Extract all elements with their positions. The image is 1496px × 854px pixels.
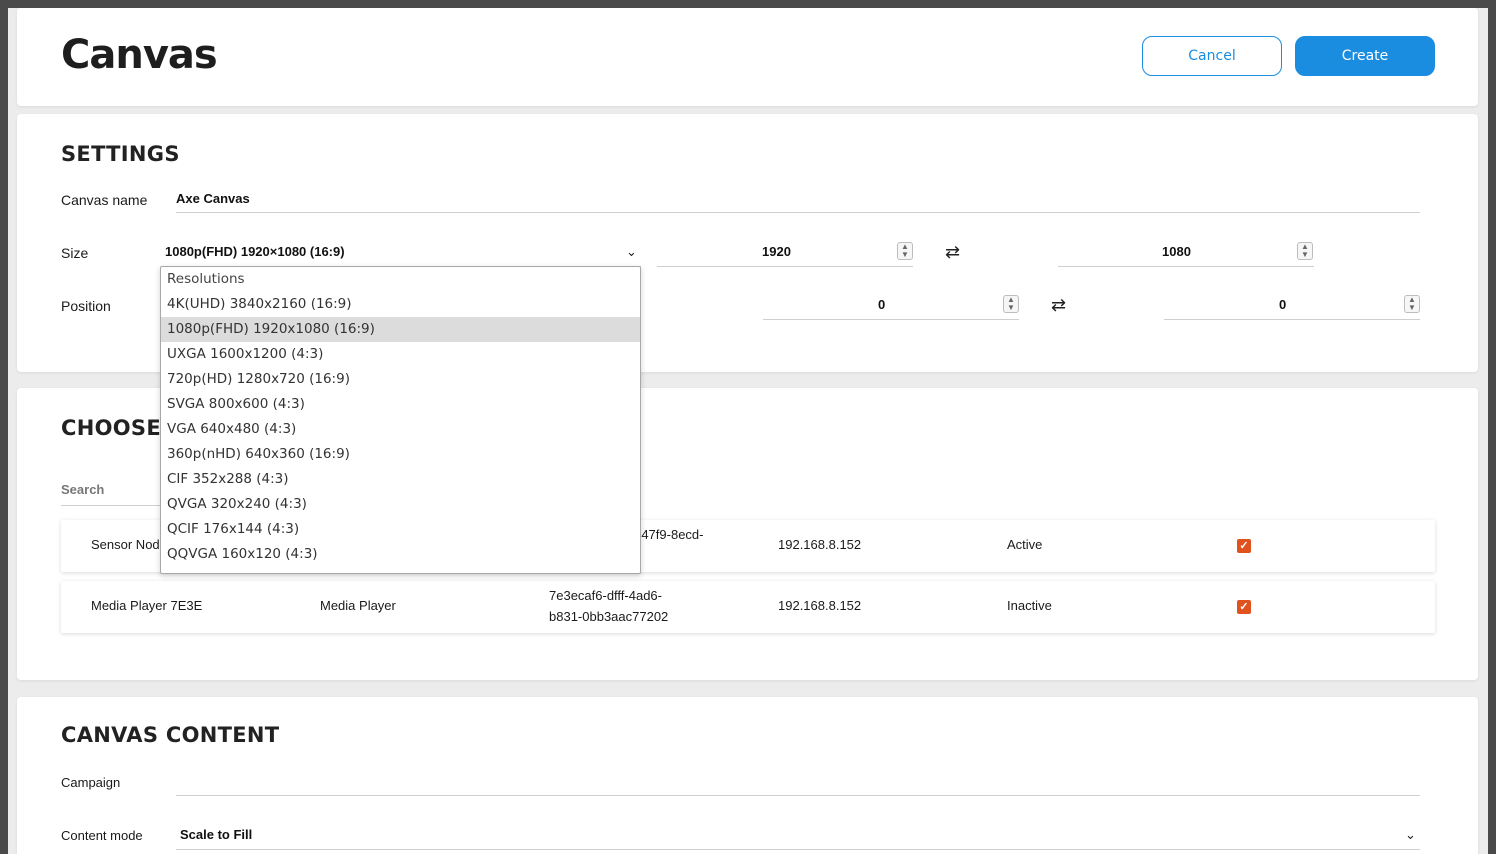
- resolution-dropdown: Resolutions 4K(UHD) 3840x2160 (16:9) 108…: [160, 266, 641, 574]
- campaign-label: Campaign: [61, 775, 121, 790]
- content-mode-select[interactable]: Scale to Fill: [180, 827, 252, 842]
- resolution-option[interactable]: QVGA 320x240 (4:3): [161, 492, 640, 517]
- width-input[interactable]: 1920: [762, 244, 791, 259]
- resolution-option[interactable]: QCIF 176x144 (4:3): [161, 517, 640, 542]
- dropdown-header: Resolutions: [167, 271, 245, 287]
- swap-arrows-icon[interactable]: ⇄: [1051, 295, 1066, 316]
- resolution-option[interactable]: UXGA 1600x1200 (4:3): [161, 342, 640, 367]
- position-y-input[interactable]: 0: [1279, 297, 1286, 312]
- position-y-stepper[interactable]: ▲ ▼: [1404, 295, 1420, 313]
- height-input[interactable]: 1080: [1162, 244, 1191, 259]
- checkmark-icon[interactable]: ✓: [1237, 600, 1251, 614]
- cancel-button[interactable]: Cancel: [1142, 36, 1282, 76]
- content-mode-underline: [176, 849, 1420, 850]
- canvas-name-input[interactable]: Axe Canvas: [176, 191, 250, 206]
- resolution-option[interactable]: SVGA 800x600 (4:3): [161, 392, 640, 417]
- create-button[interactable]: Create: [1295, 36, 1435, 76]
- chevron-down-icon[interactable]: ⌄: [1405, 827, 1416, 843]
- position-x-input[interactable]: 0: [878, 297, 885, 312]
- campaign-underline: [176, 795, 1420, 796]
- content-mode-label: Content mode: [61, 828, 143, 843]
- position-x-underline: [763, 319, 1019, 320]
- row-ip: 192.168.8.152: [778, 598, 862, 613]
- resolution-option[interactable]: 720p(HD) 1280x720 (16:9): [161, 367, 640, 392]
- canvas-editor-window: Canvas Cancel Create SETTINGS Canvas nam…: [8, 8, 1488, 854]
- row-name: Media Player 7E3E: [91, 598, 203, 613]
- canvas-content-title: CANVAS CONTENT: [61, 723, 280, 747]
- row-type: Media Player: [320, 598, 396, 613]
- resolution-option[interactable]: QQVGA 160x120 (4:3): [161, 542, 640, 567]
- resolution-option[interactable]: 360p(nHD) 640x360 (16:9): [161, 442, 640, 467]
- row-id: -47f9-8ecd-: [637, 527, 704, 542]
- position-label: Position: [61, 298, 111, 314]
- position-y-underline: [1164, 319, 1420, 320]
- resolution-option[interactable]: 4K(UHD) 3840x2160 (16:9): [161, 292, 640, 317]
- resolution-option-selected[interactable]: 1080p(FHD) 1920x1080 (16:9): [161, 317, 640, 342]
- settings-title: SETTINGS: [61, 142, 180, 166]
- page-title: Canvas: [61, 32, 218, 78]
- width-stepper[interactable]: ▲ ▼: [897, 242, 913, 260]
- canvas-content-card: CANVAS CONTENT Campaign Content mode Sca…: [17, 697, 1478, 854]
- width-underline: [657, 266, 913, 267]
- chevron-down-icon[interactable]: ⌄: [626, 244, 637, 260]
- resolution-option[interactable]: CIF 352x288 (4:3): [161, 467, 640, 492]
- row-ip: 192.168.8.152: [778, 537, 862, 552]
- header-card: Canvas Cancel Create: [17, 8, 1478, 106]
- canvas-name-label: Canvas name: [61, 192, 148, 208]
- height-stepper[interactable]: ▲ ▼: [1297, 242, 1313, 260]
- table-row[interactable]: Media Player 7E3E Media Player 7e3ecaf6-…: [61, 581, 1435, 633]
- position-x-stepper[interactable]: ▲ ▼: [1003, 295, 1019, 313]
- resolution-option[interactable]: VGA 640x480 (4:3): [161, 417, 640, 442]
- canvas-name-underline: [176, 212, 1420, 213]
- swap-arrows-icon[interactable]: ⇄: [945, 242, 960, 263]
- search-input[interactable]: Search: [61, 482, 104, 497]
- choose-title: CHOOSE: [61, 416, 161, 440]
- checkmark-icon[interactable]: ✓: [1237, 539, 1251, 553]
- search-underline: [61, 505, 171, 506]
- size-label: Size: [61, 245, 89, 261]
- size-select[interactable]: 1080p(FHD) 1920×1080 (16:9): [165, 244, 345, 259]
- row-id-cont: b831-0bb3aac77202: [549, 609, 669, 624]
- row-id: 7e3ecaf6-dfff-4ad6-: [549, 588, 662, 603]
- height-underline: [1058, 266, 1314, 267]
- row-status: Active: [1007, 537, 1043, 552]
- row-name: Sensor Node: [91, 537, 167, 552]
- row-status: Inactive: [1007, 598, 1052, 613]
